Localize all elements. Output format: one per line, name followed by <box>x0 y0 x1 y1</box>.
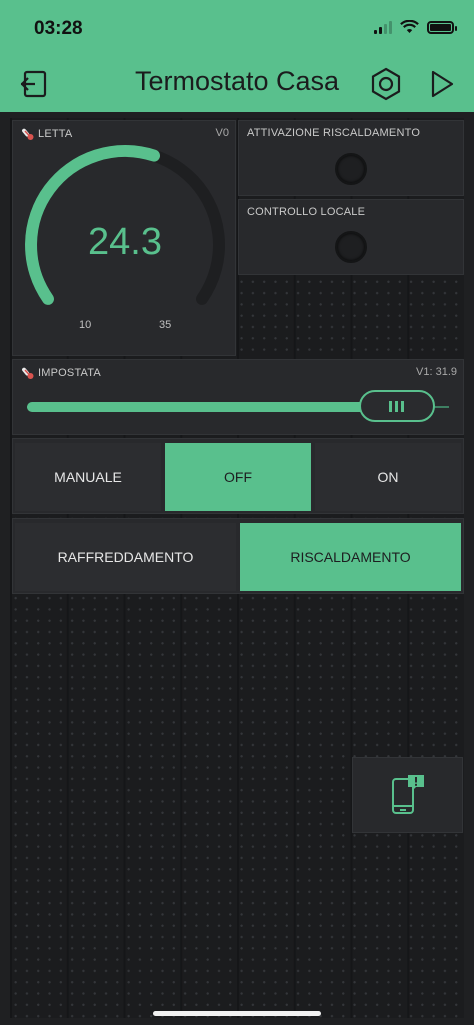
hexagon-nut-icon <box>371 67 401 101</box>
slider-fill <box>27 402 397 412</box>
led-indicator-controllo <box>335 231 367 263</box>
slider-pin: V1: 31.9 <box>416 366 457 378</box>
slider-label-text: IMPOSTATA <box>38 367 101 379</box>
mode-option-off[interactable]: OFF <box>165 443 311 511</box>
phone-notification-icon <box>391 775 424 814</box>
mode-option-manuale[interactable]: MANUALE <box>15 443 161 511</box>
segmented-widget-function: RAFFREDDAMENTO RISCALDAMENTO <box>12 518 464 594</box>
gauge-value: 24.3 <box>88 221 162 263</box>
gauge-widget-letta[interactable]: LETTA V0 24.3 10 35 <box>12 120 236 356</box>
slider-track[interactable] <box>27 390 449 422</box>
app-header: 03:28 Termostato Casa <box>0 0 474 112</box>
status-time: 03:28 <box>34 18 83 39</box>
gauge-max: 35 <box>159 319 172 331</box>
led-indicator-attivazione <box>335 153 367 185</box>
notification-widget[interactable] <box>352 757 463 833</box>
settings-button[interactable] <box>368 66 404 102</box>
led-label-controllo: CONTROLLO LOCALE <box>247 206 366 218</box>
led-widget-attivazione: ATTIVAZIONE RISCALDAMENTO <box>238 120 464 196</box>
slider-widget-impostata: IMPOSTATA V1: 31.9 <box>12 359 464 435</box>
thermometer-icon <box>22 367 34 379</box>
gauge-min: 10 <box>79 319 92 331</box>
function-option-raffreddamento[interactable]: RAFFREDDAMENTO <box>15 523 236 591</box>
slider-label: IMPOSTATA <box>21 366 101 380</box>
led-label-attivazione: ATTIVAZIONE RISCALDAMENTO <box>247 127 421 139</box>
play-icon <box>431 70 454 98</box>
led-widget-controllo: CONTROLLO LOCALE <box>238 199 464 275</box>
segmented-widget-mode: V3 MANUALE OFF ON <box>12 438 464 514</box>
slider-handle[interactable] <box>358 390 435 422</box>
home-indicator <box>153 1011 321 1016</box>
function-option-riscaldamento[interactable]: RISCALDAMENTO <box>240 523 461 591</box>
wifi-icon <box>400 20 419 33</box>
battery-icon <box>427 20 457 34</box>
mode-option-on[interactable]: ON <box>315 443 461 511</box>
play-button[interactable] <box>424 66 460 102</box>
cellular-signal-icon <box>374 20 392 34</box>
status-icons <box>374 20 457 34</box>
